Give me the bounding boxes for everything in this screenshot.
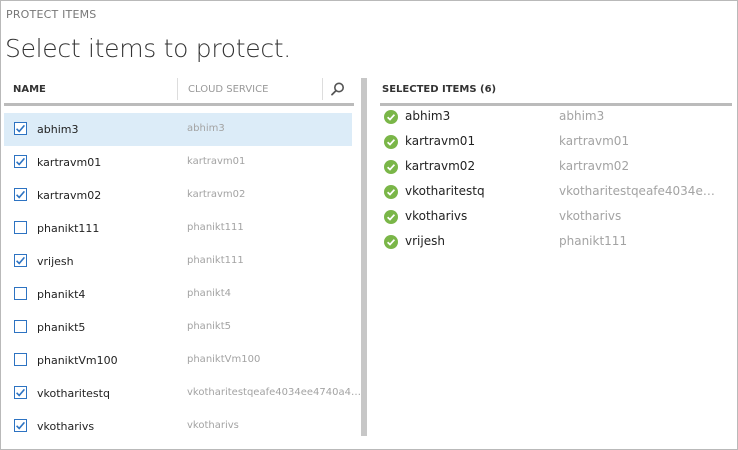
list-item: vkotharivs vkotharivs xyxy=(384,207,724,231)
green-check-circle-icon xyxy=(384,135,398,149)
column-header-name[interactable]: NAME xyxy=(13,84,46,95)
column-divider xyxy=(177,78,178,100)
row-checkbox[interactable] xyxy=(14,386,27,399)
selected-item-name: kartravm01 xyxy=(405,134,476,148)
row-name: kartravm01 xyxy=(37,156,102,169)
row-name: phaniktVm100 xyxy=(37,354,118,367)
green-check-circle-icon xyxy=(384,110,398,124)
table-row[interactable]: vkotharitestq vkotharitestqeafe4034ee4740… xyxy=(4,377,361,410)
list-item: vkotharitestq vkotharitestqeafe4034e… xyxy=(384,182,724,206)
green-check-circle-icon xyxy=(384,160,398,174)
row-cloud-service: vkotharitestqeafe4034ee4740a4… xyxy=(187,387,361,398)
selected-item-name: vkotharitestq xyxy=(405,184,485,198)
row-checkbox[interactable] xyxy=(14,287,27,300)
row-checkbox[interactable] xyxy=(14,221,27,234)
table-row[interactable]: phaniktVm100 phaniktVm100 xyxy=(4,344,352,377)
green-check-circle-icon xyxy=(384,235,398,249)
selected-item-service: vkotharitestqeafe4034e… xyxy=(559,184,715,198)
page-title: Select items to protect. xyxy=(5,34,291,63)
row-checkbox[interactable] xyxy=(14,188,27,201)
list-item: abhim3 abhim3 xyxy=(384,107,724,131)
table-row[interactable]: phanikt111 phanikt111 xyxy=(4,212,352,245)
row-cloud-service: kartravm02 xyxy=(187,189,246,200)
row-name: kartravm02 xyxy=(37,189,102,202)
table-row[interactable]: abhim3 abhim3 xyxy=(4,113,352,146)
row-name: phanikt111 xyxy=(37,222,100,235)
checkmark-icon xyxy=(16,388,26,397)
checkmark-icon xyxy=(16,157,26,166)
row-cloud-service: vkotharivs xyxy=(187,420,239,431)
selected-item-name: vrijesh xyxy=(405,234,445,248)
column-divider xyxy=(322,78,323,100)
selected-item-service: vkotharivs xyxy=(559,209,622,223)
row-cloud-service: phaniktVm100 xyxy=(187,354,261,365)
row-cloud-service: phanikt5 xyxy=(187,321,232,332)
row-checkbox[interactable] xyxy=(14,155,27,168)
column-header-cloud-service[interactable]: CLOUD SERVICE xyxy=(188,84,268,95)
row-checkbox[interactable] xyxy=(14,419,27,432)
table-row[interactable]: kartravm01 kartravm01 xyxy=(4,146,352,179)
dialog-eyebrow: PROTECT ITEMS xyxy=(6,8,97,21)
row-checkbox[interactable] xyxy=(14,353,27,366)
row-checkbox[interactable] xyxy=(14,122,27,135)
row-name: phanikt5 xyxy=(37,321,86,334)
selected-item-name: vkotharivs xyxy=(405,209,468,223)
list-item: vrijesh phanikt111 xyxy=(384,232,724,256)
list-item: kartravm01 kartravm01 xyxy=(384,132,724,156)
pane-splitter[interactable] xyxy=(361,78,367,436)
search-icon[interactable] xyxy=(330,81,346,97)
table-row[interactable]: phanikt4 phanikt4 xyxy=(4,278,352,311)
green-check-circle-icon xyxy=(384,210,398,224)
items-table-header: NAME CLOUD SERVICE xyxy=(4,75,354,106)
selected-items-header: SELECTED ITEMS (6) xyxy=(380,75,732,106)
selected-item-name: abhim3 xyxy=(405,109,451,123)
row-cloud-service: phanikt111 xyxy=(187,222,244,233)
green-check-circle-icon xyxy=(384,185,398,199)
checkmark-icon xyxy=(16,421,26,430)
row-cloud-service: kartravm01 xyxy=(187,156,246,167)
table-row[interactable]: vkotharivs vkotharivs xyxy=(4,410,352,443)
row-name: phanikt4 xyxy=(37,288,86,301)
selected-items-title: SELECTED ITEMS (6) xyxy=(382,84,497,95)
table-row[interactable]: kartravm02 kartravm02 xyxy=(4,179,352,212)
row-checkbox[interactable] xyxy=(14,254,27,267)
list-item: kartravm02 kartravm02 xyxy=(384,157,724,181)
row-name: vrijesh xyxy=(37,255,74,268)
row-name: vkotharivs xyxy=(37,420,95,433)
selected-item-service: abhim3 xyxy=(559,109,605,123)
selected-item-service: phanikt111 xyxy=(559,234,628,248)
checkmark-icon xyxy=(16,256,26,265)
table-row[interactable]: vrijesh phanikt111 xyxy=(4,245,352,278)
selected-item-service: kartravm01 xyxy=(559,134,630,148)
checkmark-icon xyxy=(16,124,26,133)
row-cloud-service: abhim3 xyxy=(187,123,225,134)
row-name: abhim3 xyxy=(37,123,79,136)
table-row[interactable]: phanikt5 phanikt5 xyxy=(4,311,352,344)
selected-item-service: kartravm02 xyxy=(559,159,630,173)
row-cloud-service: phanikt4 xyxy=(187,288,232,299)
row-cloud-service: phanikt111 xyxy=(187,255,244,266)
selected-item-name: kartravm02 xyxy=(405,159,476,173)
row-name: vkotharitestq xyxy=(37,387,110,400)
checkmark-icon xyxy=(16,190,26,199)
row-checkbox[interactable] xyxy=(14,320,27,333)
